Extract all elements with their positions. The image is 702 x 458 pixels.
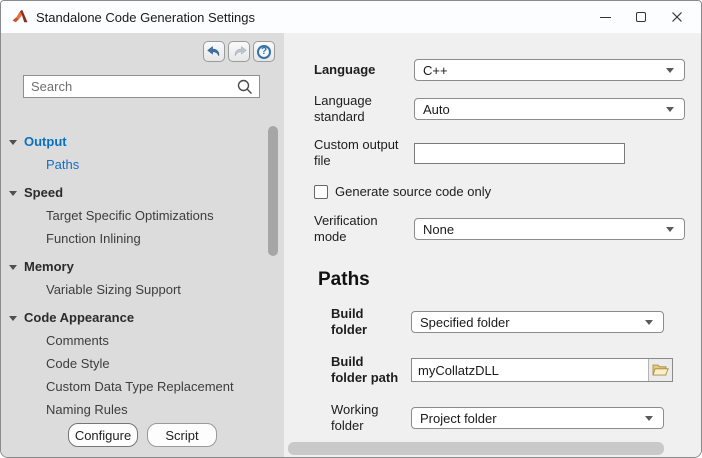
tree-header-label: Output <box>24 134 67 149</box>
tree-item-target-specific-optimizations[interactable]: Target Specific Optimizations <box>1 204 284 227</box>
working-folder-label: Working folder <box>331 402 401 434</box>
close-icon <box>671 11 683 23</box>
sidebar-vertical-scrollbar[interactable] <box>268 126 278 256</box>
tree-item-naming-rules[interactable]: Naming Rules <box>1 398 284 421</box>
generate-source-only-row: Generate source code only <box>314 184 701 199</box>
window-title: Standalone Code Generation Settings <box>36 10 255 25</box>
language-dropdown[interactable]: C++ <box>414 59 685 81</box>
caret-down-icon <box>9 316 17 321</box>
build-folder-dropdown[interactable]: Specified folder <box>411 311 664 333</box>
verification-mode-dropdown[interactable]: None <box>414 218 685 240</box>
tree-header-code-appearance[interactable]: Code Appearance <box>1 306 284 329</box>
caret-down-icon <box>9 140 17 145</box>
tree-header-speed[interactable]: Speed <box>1 181 284 204</box>
maximize-button[interactable] <box>623 1 659 33</box>
tree-item-custom-data-type-replacement[interactable]: Custom Data Type Replacement <box>1 375 284 398</box>
generate-source-only-checkbox[interactable] <box>314 185 328 199</box>
custom-output-file-row: Custom output file <box>314 137 701 169</box>
build-folder-row: Build folder Specified folder <box>331 306 701 338</box>
settings-window: Standalone Code Generation Settings <box>0 0 702 458</box>
generate-source-only-label: Generate source code only <box>335 184 491 199</box>
language-standard-label: Language standard <box>314 93 404 125</box>
caret-down-icon <box>9 191 17 196</box>
working-folder-row: Working folder Project folder <box>331 402 701 434</box>
tree-section-memory: Memory Variable Sizing Support <box>1 255 284 301</box>
tree-header-label: Memory <box>24 259 74 274</box>
tree-header-label: Speed <box>24 185 63 200</box>
chevron-down-icon <box>645 416 653 421</box>
close-button[interactable] <box>659 1 695 33</box>
matlab-logo-icon <box>12 9 28 25</box>
minimize-button[interactable] <box>587 1 623 33</box>
language-label: Language <box>314 62 404 78</box>
tree-header-output[interactable]: Output <box>1 130 284 153</box>
custom-output-file-input[interactable] <box>414 143 625 164</box>
tree-section-code-appearance: Code Appearance Comments Code Style Cust… <box>1 306 284 421</box>
language-value: C++ <box>423 63 448 78</box>
build-folder-value: Specified folder <box>420 315 510 330</box>
titlebar: Standalone Code Generation Settings <box>1 1 701 33</box>
custom-output-file-label: Custom output file <box>314 137 404 169</box>
script-button[interactable]: Script <box>147 423 217 447</box>
tree-item-code-style[interactable]: Code Style <box>1 352 284 375</box>
language-row: Language C++ <box>314 59 701 81</box>
search-icon <box>236 78 254 96</box>
verification-mode-label: Verification mode <box>314 213 404 245</box>
redo-icon <box>232 46 247 58</box>
sidebar-footer: Configure Script <box>1 423 284 447</box>
working-folder-value: Project folder <box>420 411 497 426</box>
paths-section-heading: Paths <box>318 269 701 291</box>
tree-header-label: Code Appearance <box>24 310 134 325</box>
tree-item-paths[interactable]: Paths <box>1 153 284 176</box>
build-folder-path-row: Build folder path <box>331 354 701 386</box>
settings-tree: Output Paths Speed Target Specific Optim… <box>1 130 284 421</box>
chevron-down-icon <box>666 68 674 73</box>
caret-down-icon <box>9 265 17 270</box>
language-standard-dropdown[interactable]: Auto <box>414 98 685 120</box>
undo-button[interactable] <box>203 41 225 62</box>
chevron-down-icon <box>666 107 674 112</box>
search-input[interactable] <box>24 79 236 94</box>
tree-item-variable-sizing-support[interactable]: Variable Sizing Support <box>1 278 284 301</box>
verification-mode-row: Verification mode None <box>314 213 701 245</box>
build-folder-path-label: Build folder path <box>331 354 401 386</box>
undo-icon <box>207 46 222 58</box>
settings-panel: Language C++ Language standard Auto Cust… <box>284 33 701 457</box>
tree-section-speed: Speed Target Specific Optimizations Func… <box>1 181 284 250</box>
working-folder-dropdown[interactable]: Project folder <box>411 407 664 429</box>
build-folder-label: Build folder <box>331 306 401 338</box>
maximize-icon <box>636 12 646 22</box>
help-icon: ? <box>257 45 271 59</box>
redo-button[interactable] <box>228 41 250 62</box>
search-box <box>23 75 260 98</box>
language-standard-row: Language standard Auto <box>314 93 701 125</box>
help-button[interactable]: ? <box>253 41 275 62</box>
tree-item-comments[interactable]: Comments <box>1 329 284 352</box>
panel-horizontal-scrollbar[interactable] <box>288 442 664 455</box>
minimize-icon <box>600 17 611 18</box>
tree-section-output: Output Paths <box>1 130 284 176</box>
chevron-down-icon <box>645 320 653 325</box>
folder-icon <box>652 363 669 377</box>
chevron-down-icon <box>666 227 674 232</box>
verification-mode-value: None <box>423 222 454 237</box>
build-folder-path-group <box>411 358 673 382</box>
sidebar-toolbar: ? <box>1 33 284 62</box>
tree-header-memory[interactable]: Memory <box>1 255 284 278</box>
build-folder-path-input[interactable] <box>412 359 648 381</box>
tree-item-function-inlining[interactable]: Function Inlining <box>1 227 284 250</box>
browse-folder-button[interactable] <box>648 359 672 381</box>
sidebar: ? Output Paths <box>1 33 284 457</box>
language-standard-value: Auto <box>423 102 450 117</box>
configure-button[interactable]: Configure <box>68 423 138 447</box>
